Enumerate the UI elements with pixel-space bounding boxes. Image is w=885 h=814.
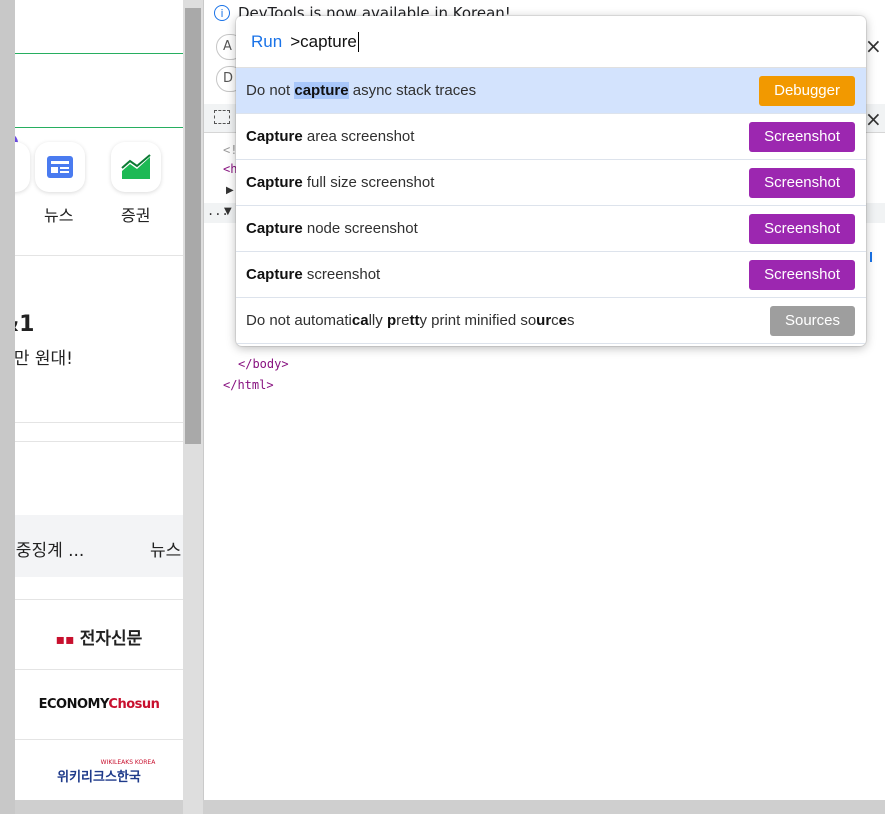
etnews-logo[interactable]: ▪▪ 전자신문 — [15, 624, 183, 649]
code-line[interactable]: </body> — [238, 357, 289, 371]
divider — [0, 669, 183, 670]
close-icon[interactable]: × — [865, 107, 882, 131]
category-badge: Screenshot — [749, 168, 855, 198]
expand-triangle-icon[interactable]: ▶ — [226, 185, 234, 196]
command-item-label: Capture full size screenshot — [246, 174, 435, 191]
command-item[interactable]: Do not capture async stack traces Debugge… — [236, 68, 866, 114]
scrollbar-thumb[interactable] — [185, 8, 201, 444]
web-page-panel: W 어 뉴스 증권 &1 4만 원대! |' 중징계 ... 뉴스 ▪▪ 전자신… — [0, 0, 183, 800]
economy-chosun-logo[interactable]: ECONOMYChosun — [15, 697, 183, 712]
code-line[interactable]: </html> — [223, 378, 274, 392]
news-tab[interactable]: 뉴스 — [150, 536, 181, 561]
quick-link-label: 뉴스 — [44, 206, 74, 225]
run-prefix: Run — [251, 31, 283, 51]
divider — [0, 255, 183, 256]
command-menu: Run >capture Do not capture async stack … — [236, 16, 866, 346]
inspect-element-icon[interactable] — [214, 110, 230, 124]
close-icon[interactable]: × — [865, 34, 882, 58]
wikileaks-korea-logo[interactable]: WIKILEAKS KOREA 위키리크스한국 — [15, 760, 183, 786]
command-item[interactable]: Capture screenshot Screenshot — [236, 252, 866, 298]
command-item[interactable]: Capture area screenshot Screenshot — [236, 114, 866, 160]
divider — [0, 739, 183, 740]
command-item-label: Capture node screenshot — [246, 220, 418, 237]
stock-chart-icon[interactable] — [111, 142, 161, 192]
category-badge: Screenshot — [749, 122, 855, 152]
divider — [0, 599, 183, 600]
command-item-label: Do not capture async stack traces — [246, 82, 477, 99]
page-scrollbar[interactable] — [183, 0, 203, 814]
etnews-mark-icon: ▪▪ — [55, 632, 75, 648]
collapse-triangle-icon[interactable]: ▼ — [224, 206, 232, 217]
category-badge: Screenshot — [749, 260, 855, 290]
divider — [0, 441, 183, 442]
search-box-border-top — [0, 53, 183, 54]
info-icon: i — [214, 5, 230, 21]
command-item-label: Do not automatically pretty print minifi… — [246, 312, 575, 329]
search-box-border-bottom — [0, 127, 183, 128]
command-item-label: Capture screenshot — [246, 266, 381, 283]
command-query[interactable]: >capture — [290, 32, 357, 52]
scroll-marker — [870, 252, 872, 262]
category-badge: Screenshot — [749, 214, 855, 244]
category-badge: Sources — [769, 306, 855, 336]
divider — [0, 422, 183, 423]
category-badge: Debugger — [759, 76, 855, 106]
command-item-label: Capture area screenshot — [246, 128, 415, 145]
command-item[interactable]: Capture node screenshot Screenshot — [236, 206, 866, 252]
command-input[interactable]: Run >capture — [236, 16, 866, 68]
news-icon[interactable] — [35, 142, 85, 192]
command-results: Do not capture async stack traces Debugge… — [236, 68, 866, 344]
quick-link-label: 증권 — [121, 206, 151, 225]
text-caret — [357, 31, 359, 52]
command-item[interactable]: Capture full size screenshot Screenshot — [236, 160, 866, 206]
window-edge — [0, 0, 15, 814]
command-item[interactable]: Do not automatically pretty print minifi… — [236, 298, 866, 344]
